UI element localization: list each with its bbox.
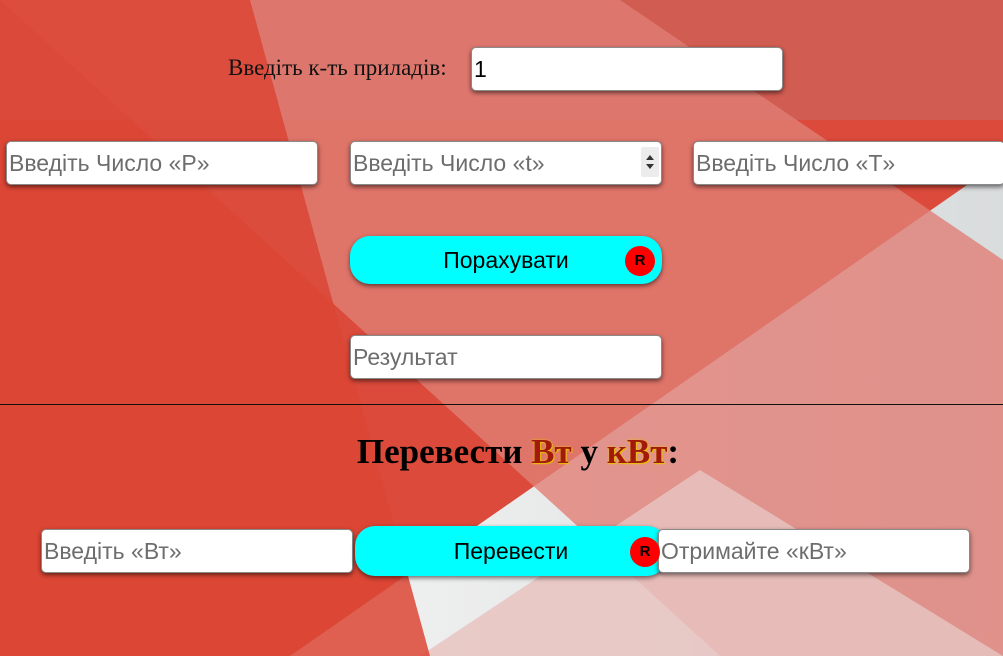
convert-badge: R: [630, 537, 660, 567]
devices-count-input[interactable]: [471, 47, 783, 91]
convert-heading-prefix: Перевести: [356, 432, 532, 471]
convert-heading: Перевести Вт у кВт:: [0, 432, 1003, 472]
devices-count-label: Введіть к-ть приладів:: [228, 55, 447, 80]
result-output[interactable]: [350, 335, 662, 379]
spinner-up-icon[interactable]: [646, 155, 654, 160]
period-T-input[interactable]: [693, 141, 1003, 185]
convert-heading-suffix: :: [667, 432, 680, 471]
calculate-button[interactable]: Порахувати: [350, 236, 662, 284]
watts-input[interactable]: [41, 529, 353, 573]
power-p-input[interactable]: [6, 141, 318, 185]
convert-button[interactable]: Перевести: [355, 526, 667, 576]
convert-button-label: Перевести: [453, 537, 569, 564]
spinner-down-icon[interactable]: [646, 164, 654, 169]
number-spinner[interactable]: [641, 147, 659, 177]
convert-heading-unit-w: Вт: [531, 432, 572, 471]
convert-heading-middle: у: [571, 432, 607, 471]
calculate-button-label: Порахувати: [443, 246, 569, 273]
time-t-input[interactable]: [350, 141, 662, 185]
calculate-badge: R: [625, 246, 655, 276]
convert-heading-unit-kw: кВт: [606, 432, 668, 471]
section-divider: [0, 404, 1003, 405]
kilowatts-output[interactable]: [658, 529, 970, 573]
